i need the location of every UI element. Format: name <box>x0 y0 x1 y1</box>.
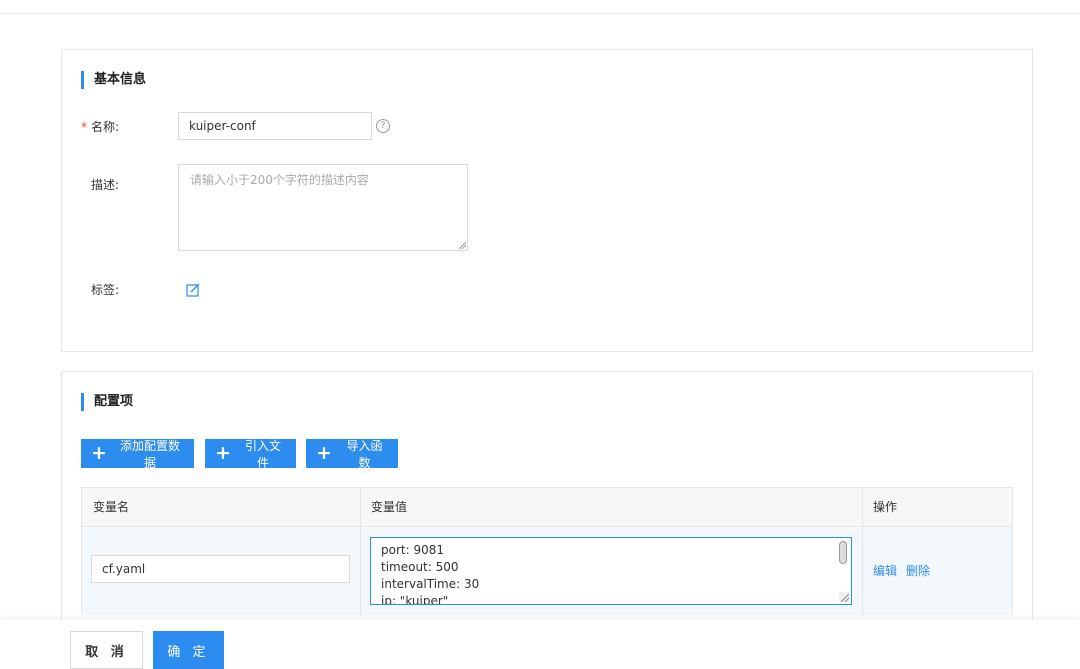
header-var-value: 变量值 <box>371 500 408 514</box>
table-row: port: 9081 timeout: 500 intervalTime: 30… <box>82 527 1012 615</box>
tags-label: 标签: <box>91 283 120 297</box>
plus-icon: + <box>316 442 332 464</box>
config-card: 配置项 +添加配置数据 +引入文件 +导入函数 变量名 变量值 操作 port:… <box>61 371 1033 631</box>
top-divider <box>0 13 1080 14</box>
plus-icon: + <box>215 442 231 464</box>
column-divider <box>360 488 361 615</box>
import-function-button[interactable]: + 导入函数 <box>306 439 398 470</box>
table-header-row: 变量名 变量值 操作 <box>82 488 1012 527</box>
edit-link[interactable]: 编辑 <box>873 562 897 579</box>
question-circle-icon[interactable]: ? <box>376 119 390 133</box>
config-table: 变量名 变量值 操作 port: 9081 timeout: 500 inter… <box>81 487 1013 615</box>
delete-link[interactable]: 删除 <box>906 562 930 579</box>
confirm-button[interactable]: 确 定 <box>153 631 224 669</box>
description-textarea[interactable] <box>178 164 468 251</box>
resize-grip-icon[interactable] <box>839 592 849 602</box>
resize-grip-icon[interactable] <box>458 241 466 249</box>
cancel-button[interactable]: 取 消 <box>70 631 143 669</box>
var-name-input[interactable] <box>91 555 350 583</box>
code-line: port: 9081 <box>381 543 444 557</box>
import-file-button[interactable]: + 引入文件 <box>205 439 296 470</box>
code-line: intervalTime: 30 <box>381 577 480 591</box>
name-input[interactable] <box>178 112 372 140</box>
plus-icon: + <box>91 442 107 464</box>
scrollbar-thumb[interactable] <box>839 541 847 564</box>
add-config-data-button[interactable]: + 添加配置数据 <box>81 439 194 470</box>
header-actions: 操作 <box>873 500 898 514</box>
edit-icon[interactable] <box>186 283 200 297</box>
required-star: * <box>81 120 87 134</box>
code-line: ip: "kuiper" <box>381 594 449 605</box>
desc-label: 描述: <box>91 178 120 192</box>
footer-bar: 取 消 确 定 <box>0 620 1080 669</box>
header-var-name: 变量名 <box>93 500 130 514</box>
basic-info-card: 基本信息 *名称: ? 描述: 标签: <box>61 49 1033 352</box>
name-label: * 名称: <box>81 120 120 134</box>
basic-info-title: 基本信息 <box>81 71 146 89</box>
var-value-editor[interactable]: port: 9081 timeout: 500 intervalTime: 30… <box>370 537 852 605</box>
config-title: 配置项 <box>81 393 133 411</box>
column-divider <box>862 488 863 615</box>
code-line: timeout: 500 <box>381 560 459 574</box>
